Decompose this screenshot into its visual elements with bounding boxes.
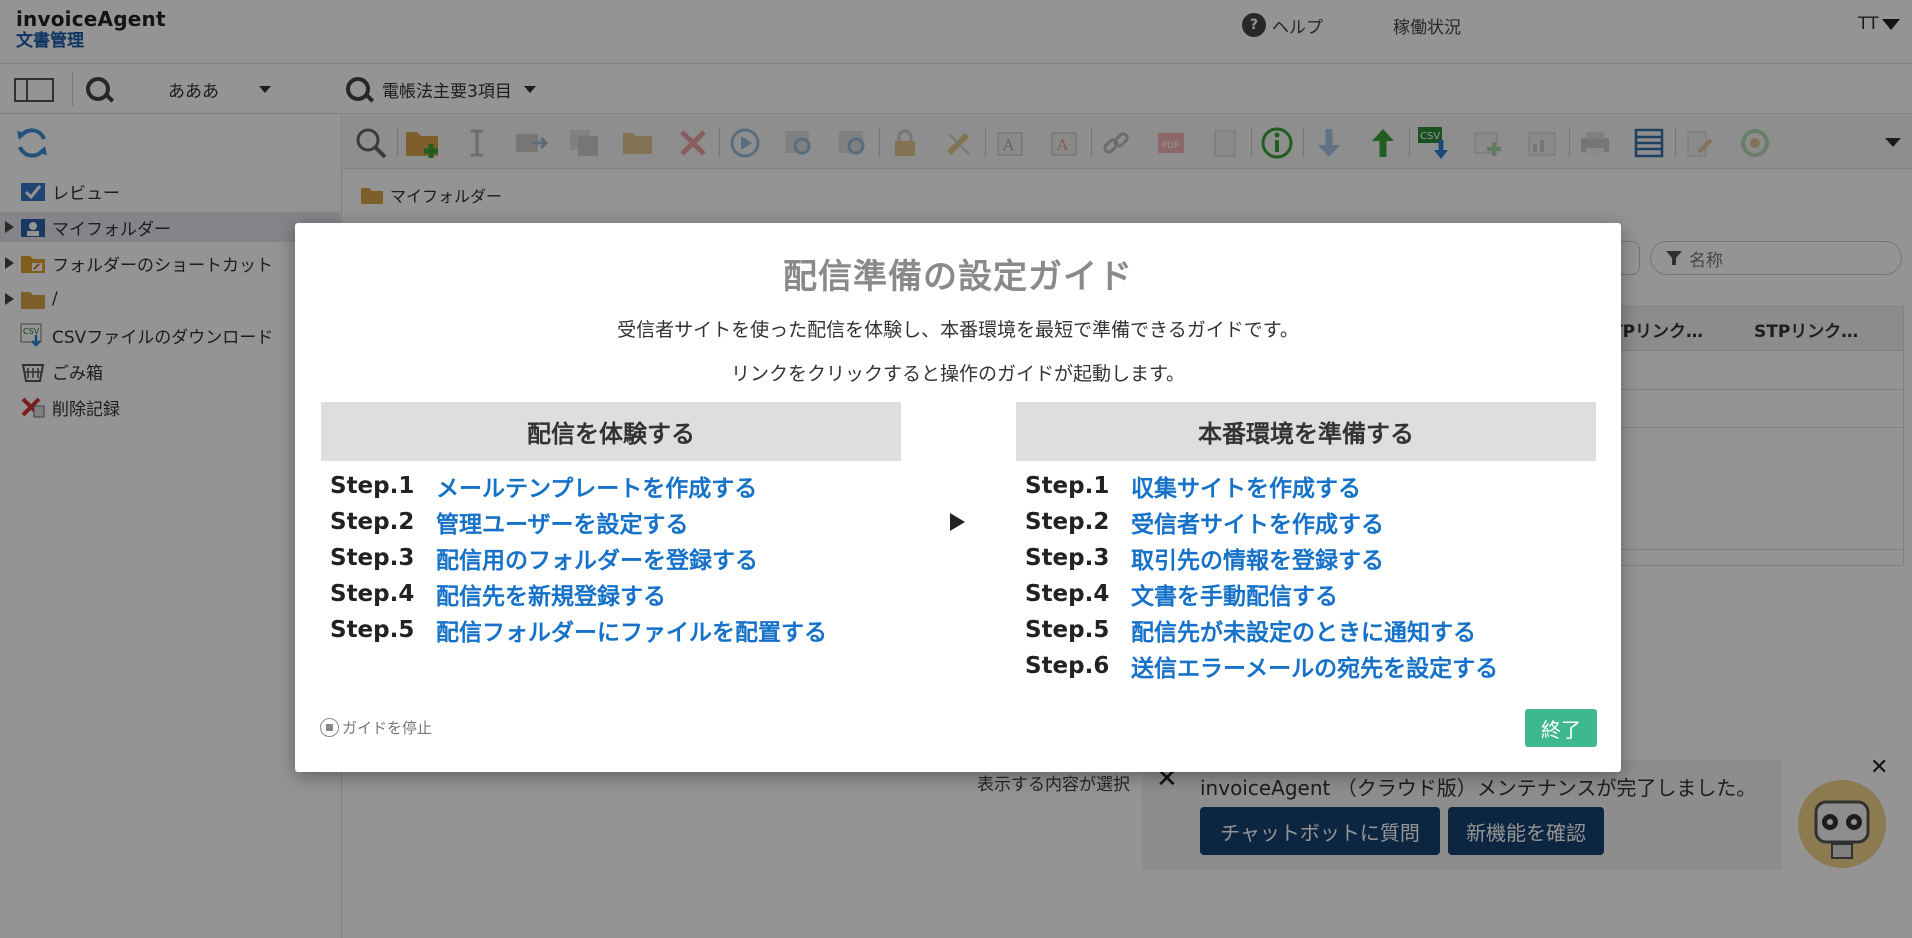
next-arrow-icon [950, 513, 965, 531]
finish-button[interactable]: 終了 [1525, 709, 1597, 747]
production-step: Step.2 受信者サイトを作成する [1025, 506, 1384, 538]
step-label: Step.3 [330, 545, 415, 571]
stop-guide-label: ガイドを停止 [342, 719, 433, 737]
stop-icon [320, 718, 339, 737]
step-link[interactable]: 取引先の情報を登録する [1131, 541, 1384, 575]
step-link[interactable]: メールテンプレートを作成する [436, 469, 757, 503]
trial-step: Step.1 メールテンプレートを作成する [330, 470, 757, 502]
stop-guide-link[interactable]: ガイドを停止 [320, 717, 432, 738]
step-label: Step.5 [330, 617, 415, 643]
setup-guide-dialog: 配信準備の設定ガイド 受信者サイトを使った配信を体験し、本番環境を最短で準備でき… [295, 223, 1621, 772]
step-link[interactable]: 配信先を新規登録する [436, 577, 666, 611]
dialog-description: 受信者サイトを使った配信を体験し、本番環境を最短で準備できるガイドです。 [617, 319, 1299, 341]
production-step: Step.1 収集サイトを作成する [1025, 470, 1361, 502]
production-step: Step.6 送信エラーメールの宛先を設定する [1025, 650, 1498, 682]
step-label: Step.3 [1025, 545, 1110, 571]
production-step: Step.5 配信先が未設定のときに通知する [1025, 614, 1476, 646]
step-label: Step.2 [330, 509, 415, 535]
step-link[interactable]: 文書を手動配信する [1131, 577, 1338, 611]
step-link[interactable]: 管理ユーザーを設定する [436, 505, 689, 539]
trial-step: Step.5 配信フォルダーにファイルを配置する [330, 614, 827, 646]
step-label: Step.1 [1025, 473, 1110, 499]
step-label: Step.5 [1025, 617, 1110, 643]
production-section-heading: 本番環境を準備する [1016, 402, 1596, 461]
step-label: Step.2 [1025, 509, 1110, 535]
trial-step: Step.3 配信用のフォルダーを登録する [330, 542, 758, 574]
production-step: Step.4 文書を手動配信する [1025, 578, 1338, 610]
step-label: Step.6 [1025, 653, 1110, 679]
trial-section-heading: 配信を体験する [321, 402, 901, 461]
production-step: Step.3 取引先の情報を登録する [1025, 542, 1384, 574]
step-link[interactable]: 受信者サイトを作成する [1131, 505, 1384, 539]
step-label: Step.1 [330, 473, 415, 499]
step-label: Step.4 [1025, 581, 1110, 607]
step-link[interactable]: 送信エラーメールの宛先を設定する [1131, 649, 1498, 683]
dialog-instruction: リンクをクリックすると操作のガイドが起動します。 [730, 363, 1186, 385]
trial-step: Step.2 管理ユーザーを設定する [330, 506, 689, 538]
dialog-title: 配信準備の設定ガイド [783, 257, 1133, 297]
step-link[interactable]: 収集サイトを作成する [1131, 469, 1361, 503]
step-link[interactable]: 配信用のフォルダーを登録する [436, 541, 758, 575]
step-label: Step.4 [330, 581, 415, 607]
trial-step: Step.4 配信先を新規登録する [330, 578, 666, 610]
step-link[interactable]: 配信先が未設定のときに通知する [1131, 613, 1476, 647]
step-link[interactable]: 配信フォルダーにファイルを配置する [436, 613, 827, 647]
